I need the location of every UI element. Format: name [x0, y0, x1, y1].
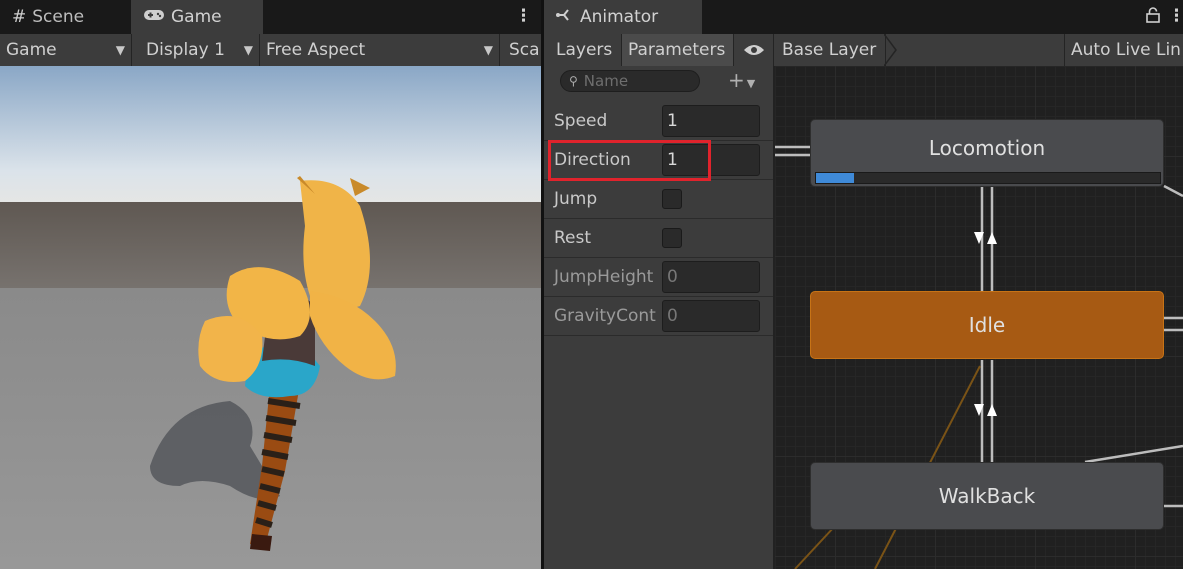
state-label: Idle — [968, 313, 1006, 337]
transition-arrow-icon — [987, 404, 997, 416]
parameter-name[interactable]: GravityCont — [554, 306, 656, 326]
parameter-row-rest: Rest — [544, 219, 773, 258]
parameter-row-jump: Jump — [544, 180, 773, 219]
parameter-row-speed: Speed 1 — [544, 102, 773, 141]
game-render — [0, 66, 541, 569]
game-toolbar: Game ▼ Display 1 ▼ Free Aspect ▼ Sca — [0, 34, 541, 66]
search-field[interactable]: ⚲ Name — [560, 70, 700, 92]
parameter-name[interactable]: Jump — [554, 189, 597, 209]
tab-parameters-label: Parameters — [628, 40, 726, 60]
search-input[interactable]: Name — [584, 72, 628, 90]
more-options-icon[interactable]: ⋮ — [515, 6, 532, 26]
highlight-box — [548, 140, 711, 181]
caret-down-icon: ▼ — [243, 43, 253, 57]
breadcrumb[interactable]: Base Layer — [776, 34, 886, 66]
animator-toolbar: Layers Parameters Base Layer Auto Live L… — [544, 33, 1183, 67]
state-locomotion[interactable]: Locomotion — [810, 119, 1164, 187]
auto-live-link-toggle[interactable]: Auto Live Lin — [1064, 34, 1183, 66]
caret-down-icon: ▼ — [746, 77, 756, 90]
scale-slider[interactable]: Sca — [503, 34, 541, 66]
tab-parameters[interactable]: Parameters — [622, 34, 734, 66]
display-label: Display 1 — [146, 40, 225, 60]
tab-layers-label: Layers — [556, 40, 613, 60]
lock-icon[interactable] — [1146, 7, 1160, 28]
caret-down-icon: ▼ — [115, 43, 125, 57]
tab-scene[interactable]: # Scene — [0, 0, 130, 34]
tab-scene-label: Scene — [32, 7, 85, 27]
search-icon: ⚲ — [569, 74, 578, 88]
scale-label: Sca — [509, 40, 540, 60]
auto-live-link-label: Auto Live Lin — [1071, 40, 1181, 60]
state-walkback[interactable]: WalkBack — [810, 462, 1164, 530]
hash-icon: # — [12, 7, 27, 27]
game-mode-label: Game — [6, 40, 57, 60]
animator-graph[interactable]: Locomotion Idle WalkBack — [775, 66, 1183, 569]
parameter-checkbox[interactable] — [662, 228, 682, 248]
tab-animator[interactable]: Animator — [544, 0, 702, 34]
animator-icon — [556, 7, 574, 28]
gamepad-icon — [143, 7, 165, 27]
parameter-checkbox[interactable] — [662, 189, 682, 209]
parameter-value-field[interactable]: 0 — [662, 261, 760, 293]
display-dropdown[interactable]: Display 1 ▼ — [140, 34, 260, 66]
tab-game[interactable]: Game — [131, 0, 263, 34]
state-label: WalkBack — [938, 484, 1036, 508]
parameter-value-field[interactable]: 1 — [662, 105, 760, 137]
more-options-icon[interactable]: ⋮ — [1168, 6, 1183, 26]
parameter-value-field[interactable]: 0 — [662, 300, 760, 332]
game-tabbar: # Scene Game ⋮ — [0, 0, 541, 34]
game-viewport[interactable] — [0, 66, 541, 569]
parameter-name[interactable]: Speed — [554, 111, 607, 131]
state-label: Locomotion — [928, 136, 1046, 160]
state-idle[interactable]: Idle — [810, 291, 1164, 359]
aspect-dropdown[interactable]: Free Aspect ▼ — [260, 34, 500, 66]
plus-icon: + — [728, 68, 745, 92]
parameter-row-jumpheight: JumpHeight 0 — [544, 258, 773, 297]
parameter-name[interactable]: JumpHeight — [554, 267, 653, 287]
breadcrumb-base-layer: Base Layer — [782, 40, 877, 60]
tab-animator-label: Animator — [580, 7, 659, 27]
tab-layers[interactable]: Layers — [550, 34, 622, 66]
state-progress-bar — [815, 172, 1161, 184]
state-progress-fill — [816, 173, 854, 183]
parameter-name[interactable]: Rest — [554, 228, 591, 248]
tab-game-label: Game — [171, 7, 222, 27]
aspect-label: Free Aspect — [266, 40, 366, 60]
animator-tabbar: Animator ⋮ — [544, 0, 1183, 34]
add-parameter-button[interactable]: + ▼ — [728, 68, 755, 92]
transition-arrow-icon — [987, 232, 997, 244]
parameter-list: Speed 1 Direction 1 Jump Rest JumpHeight… — [544, 102, 773, 336]
eye-icon[interactable] — [734, 34, 774, 66]
game-mode-dropdown[interactable]: Game ▼ — [0, 34, 132, 66]
parameter-row-gravitycont: GravityCont 0 — [544, 297, 773, 336]
caret-down-icon: ▼ — [483, 43, 493, 57]
